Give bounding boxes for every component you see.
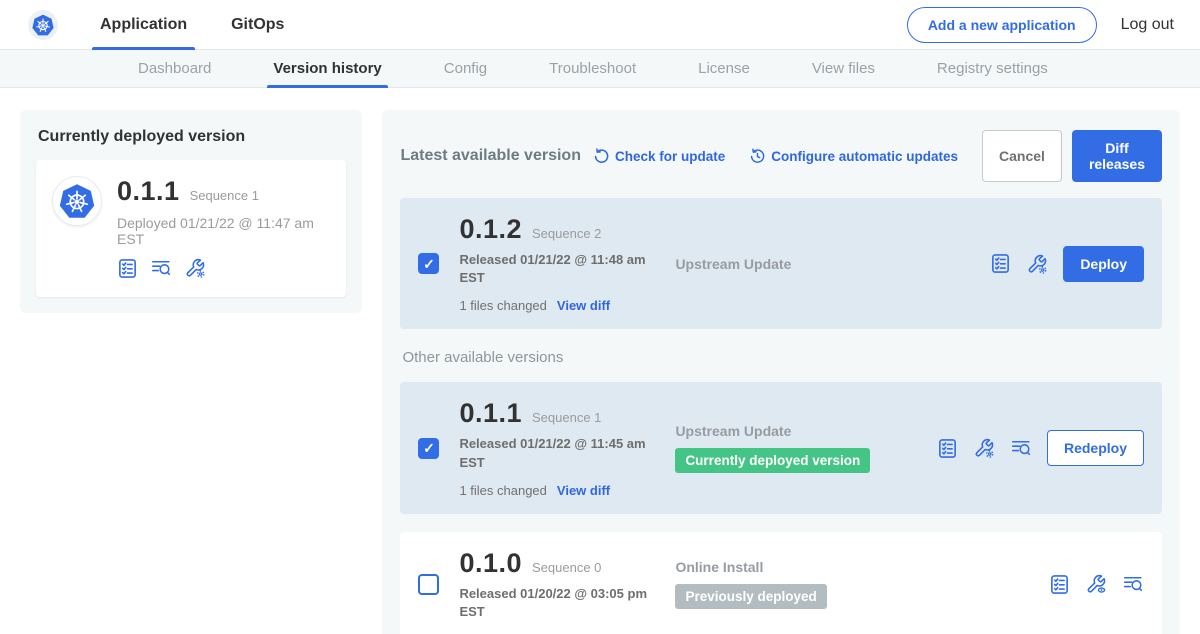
deploy-button[interactable]: Deploy bbox=[1063, 246, 1144, 282]
configure-automatic-updates-link[interactable]: Configure automatic updates bbox=[749, 148, 958, 165]
app-kubernetes-logo-icon bbox=[52, 176, 102, 226]
version-sequence: Sequence 2 bbox=[532, 226, 601, 241]
preflight-checks-icon[interactable] bbox=[990, 253, 1011, 274]
version-number: 0.1.0 bbox=[459, 548, 522, 579]
diff-releases-button[interactable]: Diff releases bbox=[1072, 130, 1162, 182]
config-wrench-gear-icon[interactable] bbox=[973, 437, 995, 459]
version-source: Upstream Update bbox=[675, 423, 937, 439]
version-row-0-1-2: ✓ 0.1.2 Sequence 2 Released 01/21/22 @ 1… bbox=[400, 198, 1162, 329]
preflight-checks-icon[interactable] bbox=[937, 438, 958, 459]
redeploy-button[interactable]: Redeploy bbox=[1047, 430, 1144, 466]
preflight-checks-icon[interactable] bbox=[1049, 574, 1070, 595]
deployed-sequence: Sequence 1 bbox=[190, 188, 259, 203]
deployed-version-number: 0.1.1 bbox=[117, 176, 180, 207]
tab-config[interactable]: Config bbox=[444, 50, 487, 88]
version-row-0-1-1: ✓ 0.1.1 Sequence 1 Released 01/21/22 @ 1… bbox=[400, 382, 1162, 513]
clock-refresh-icon bbox=[749, 148, 766, 165]
logout-link[interactable]: Log out bbox=[1121, 16, 1174, 34]
version-number: 0.1.2 bbox=[459, 214, 522, 245]
version-checkbox[interactable]: ✓ bbox=[418, 253, 439, 274]
config-wrench-eye-icon[interactable] bbox=[1085, 573, 1107, 595]
tab-gitops[interactable]: GitOps bbox=[231, 0, 284, 50]
available-versions-panel: Latest available version Check for updat… bbox=[382, 110, 1180, 634]
preflight-checks-icon[interactable] bbox=[117, 258, 138, 279]
version-number: 0.1.1 bbox=[459, 398, 522, 429]
currently-deployed-badge: Currently deployed version bbox=[675, 448, 870, 473]
config-wrench-gear-icon[interactable] bbox=[1026, 253, 1048, 275]
tab-view-files[interactable]: View files bbox=[812, 50, 875, 88]
tab-application[interactable]: Application bbox=[100, 0, 187, 50]
tab-dashboard[interactable]: Dashboard bbox=[138, 50, 211, 88]
version-sequence: Sequence 1 bbox=[532, 410, 601, 425]
add-application-button[interactable]: Add a new application bbox=[907, 7, 1097, 43]
files-changed-label: 1 files changed bbox=[459, 298, 546, 313]
previously-deployed-badge: Previously deployed bbox=[675, 584, 826, 609]
version-sequence: Sequence 0 bbox=[532, 560, 601, 575]
released-timestamp: Released 01/21/22 @ 11:48 am EST bbox=[459, 251, 647, 287]
tab-registry-settings[interactable]: Registry settings bbox=[937, 50, 1048, 88]
deploy-logs-icon[interactable] bbox=[1010, 437, 1032, 459]
version-source: Online Install bbox=[675, 559, 1049, 575]
tab-troubleshoot[interactable]: Troubleshoot bbox=[549, 50, 636, 88]
deployed-timestamp: Deployed 01/21/22 @ 11:47 am EST bbox=[117, 215, 330, 247]
released-timestamp: Released 01/20/22 @ 03:05 pm EST bbox=[459, 585, 647, 621]
config-wrench-gear-icon[interactable] bbox=[184, 257, 206, 279]
kubernetes-logo-icon[interactable] bbox=[28, 10, 58, 40]
top-nav: Application GitOps Add a new application… bbox=[0, 0, 1200, 50]
files-changed-label: 1 files changed bbox=[459, 483, 546, 498]
currently-deployed-title: Currently deployed version bbox=[38, 128, 346, 146]
cancel-button[interactable]: Cancel bbox=[982, 130, 1062, 182]
version-source: Upstream Update bbox=[675, 256, 990, 272]
app-sub-nav: Dashboard Version history Config Trouble… bbox=[0, 50, 1200, 88]
released-timestamp: Released 01/21/22 @ 11:45 am EST bbox=[459, 435, 647, 471]
view-diff-link[interactable]: View diff bbox=[557, 298, 610, 313]
check-for-update-link[interactable]: Check for update bbox=[593, 148, 725, 165]
version-checkbox[interactable]: ✓ bbox=[418, 574, 439, 595]
tab-version-history[interactable]: Version history bbox=[273, 50, 381, 88]
deploy-logs-icon[interactable] bbox=[150, 257, 172, 279]
version-row-0-1-0: ✓ 0.1.0 Sequence 0 Released 01/20/22 @ 0… bbox=[400, 532, 1162, 634]
latest-available-title: Latest available version bbox=[400, 147, 581, 165]
refresh-arrow-icon bbox=[593, 148, 610, 165]
tab-license[interactable]: License bbox=[698, 50, 750, 88]
view-diff-link[interactable]: View diff bbox=[557, 483, 610, 498]
currently-deployed-panel: Currently deployed version 0.1.1 Sequenc… bbox=[20, 110, 362, 313]
deployed-version-card: 0.1.1 Sequence 1 Deployed 01/21/22 @ 11:… bbox=[36, 160, 346, 297]
version-checkbox[interactable]: ✓ bbox=[418, 438, 439, 459]
other-versions-title: Other available versions bbox=[402, 349, 1162, 366]
deploy-logs-icon[interactable] bbox=[1122, 573, 1144, 595]
